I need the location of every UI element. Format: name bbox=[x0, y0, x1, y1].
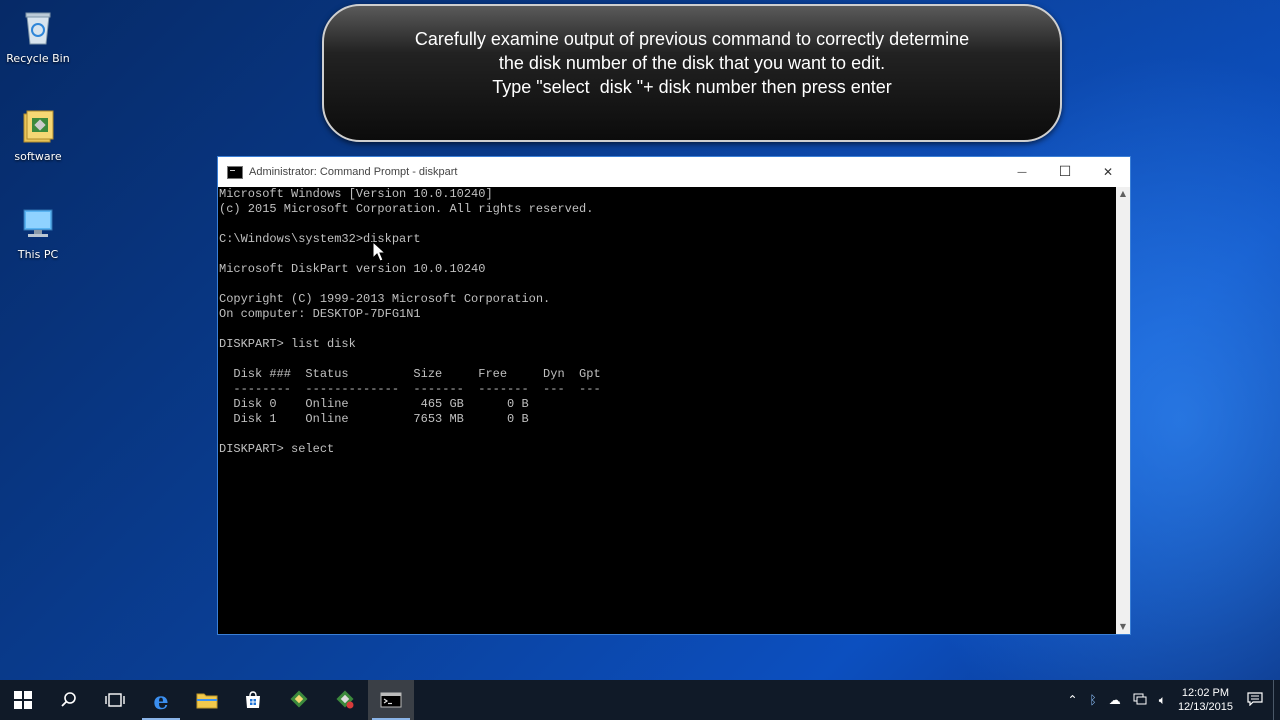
window-title: Administrator: Command Prompt - diskpart bbox=[249, 166, 458, 178]
desktop-icon-label: This PC bbox=[17, 248, 59, 261]
mouse-pointer-icon bbox=[372, 240, 387, 267]
system-tray: ⌃ ᛒ ☁ 🔈︎ 12:02 PM 12/13/2015 bbox=[1061, 680, 1280, 720]
clock-date: 12/13/2015 bbox=[1177, 701, 1233, 713]
command-prompt-window[interactable]: Administrator: Command Prompt - diskpart… bbox=[217, 156, 1131, 635]
close-icon: ✕ bbox=[1102, 165, 1114, 179]
software-icon bbox=[18, 106, 58, 146]
folder-icon bbox=[196, 693, 218, 709]
recycle-bin-icon bbox=[18, 8, 58, 48]
clock-time: 12:02 PM bbox=[1181, 687, 1230, 699]
scroll-down-icon[interactable]: ▼ bbox=[1116, 620, 1130, 634]
desktop-icon-recycle-bin[interactable]: Recycle Bin bbox=[4, 8, 72, 65]
window-titlebar[interactable]: Administrator: Command Prompt - diskpart… bbox=[218, 157, 1130, 187]
edge-icon: e bbox=[153, 685, 169, 715]
maximize-button[interactable]: ☐ bbox=[1043, 157, 1087, 187]
notifications-icon[interactable] bbox=[1247, 691, 1263, 709]
maximize-icon: ☐ bbox=[1058, 164, 1072, 180]
search-button[interactable] bbox=[46, 680, 92, 720]
console-output[interactable]: Microsoft Windows [Version 10.0.10240] (… bbox=[218, 187, 1116, 634]
search-icon bbox=[61, 692, 76, 707]
command-prompt-icon bbox=[227, 165, 243, 179]
taskbar-app-installer[interactable] bbox=[322, 680, 368, 720]
minimize-icon: — bbox=[1017, 166, 1027, 178]
taskbar-app-software[interactable] bbox=[276, 680, 322, 720]
callout-text: Carefully examine output of previous com… bbox=[414, 29, 970, 97]
desktop-icon-software[interactable]: software bbox=[4, 106, 72, 163]
taskbar-file-explorer[interactable] bbox=[184, 680, 230, 720]
computer-icon bbox=[18, 204, 58, 244]
console-text: Microsoft Windows [Version 10.0.10240] (… bbox=[219, 187, 601, 456]
store-icon bbox=[246, 691, 260, 708]
vertical-scrollbar[interactable]: ▲ ▼ bbox=[1116, 187, 1130, 634]
task-view-icon bbox=[105, 693, 125, 707]
task-view-button[interactable] bbox=[92, 680, 138, 720]
start-button[interactable] bbox=[0, 680, 46, 720]
software-app-icon bbox=[290, 690, 308, 708]
minimize-button[interactable]: — bbox=[1000, 157, 1044, 187]
installer-app-icon bbox=[336, 690, 354, 709]
show-desktop-button[interactable] bbox=[1273, 680, 1280, 720]
desktop-icon-this-pc[interactable]: This PC bbox=[4, 204, 72, 261]
network-icon[interactable] bbox=[1133, 693, 1147, 708]
close-button[interactable]: ✕ bbox=[1086, 157, 1130, 187]
clock[interactable]: 12:02 PM 12/13/2015 bbox=[1178, 686, 1233, 714]
taskbar-edge[interactable]: e bbox=[138, 680, 184, 720]
taskbar-command-prompt[interactable] bbox=[368, 680, 414, 720]
scroll-up-icon[interactable]: ▲ bbox=[1116, 187, 1130, 201]
taskbar-store[interactable] bbox=[230, 680, 276, 720]
instruction-callout: Carefully examine output of previous com… bbox=[322, 4, 1062, 142]
desktop-icon-label: software bbox=[14, 150, 62, 163]
desktop-icon-label: Recycle Bin bbox=[6, 52, 70, 65]
cloud-icon[interactable]: ☁ bbox=[1109, 693, 1121, 707]
windows-logo-icon bbox=[14, 691, 32, 709]
taskbar: e ⌃ ᛒ ☁ 🔈︎ 12:02 PM 12/13/2015 bbox=[0, 680, 1280, 720]
chevron-up-icon[interactable]: ⌃ bbox=[1067, 693, 1077, 707]
volume-icon[interactable]: 🔈︎ bbox=[1159, 693, 1166, 708]
bluetooth-icon[interactable]: ᛒ bbox=[1090, 693, 1097, 707]
command-prompt-icon bbox=[380, 692, 402, 708]
